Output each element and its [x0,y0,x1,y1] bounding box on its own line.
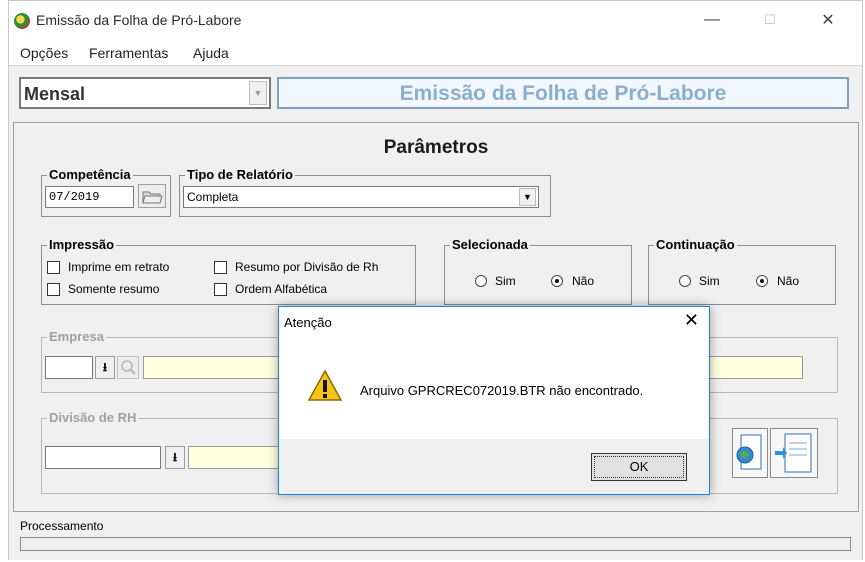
app-icon [14,13,30,29]
close-icon: ✕ [821,12,835,29]
maximize-button[interactable]: ☐ [747,7,793,33]
selecionada-nao-label: Não [572,274,595,288]
search-person-icon [121,360,136,375]
menu-ferramentas[interactable]: Ferramentas [89,45,168,61]
empresa-code-input[interactable] [45,356,93,379]
period-select[interactable]: Mensal ▼ [19,77,271,109]
minimize-button[interactable]: — [689,7,735,33]
competencia-label: Competência [47,167,133,182]
competencia-input[interactable]: 07/2019 [45,186,134,208]
export-report-button[interactable] [770,428,818,478]
ok-button[interactable]: OK [591,453,687,481]
continuacao-nao-label: Não [777,274,800,288]
divisao-rh-label: Divisão de RH [47,410,139,425]
continuacao-sim-radio[interactable] [679,275,691,287]
banner-title: Emissão da Folha de Pró-Labore [399,82,727,105]
impressao-label: Impressão [47,237,117,252]
divisao-download-button[interactable]: ⭳ [165,446,185,469]
empresa-search-button[interactable] [117,356,139,379]
dialog-close-button[interactable]: ✕ [684,310,699,331]
continuacao-label: Continuação [654,237,737,252]
export-document-icon [775,433,812,473]
somente-resumo-label: Somente resumo [68,282,160,296]
window-title: Emissão da Folha de Pró-Labore [36,12,242,28]
tipo-relatorio-label: Tipo de Relatório [185,167,295,182]
imprime-retrato-label: Imprime em retrato [68,260,170,274]
empresa-download-button[interactable]: ⭳ [95,356,115,379]
minimize-icon: — [704,11,720,28]
dialog-title: Atenção [284,315,332,330]
dialog-message: Arquivo GPRCREC072019.BTR não encontrado… [360,383,644,398]
impressao-group: Impressão Imprime em retrato Somente res… [41,237,416,305]
resumo-divisao-label: Resumo por Divisão de Rh [235,260,379,274]
web-report-button[interactable] [732,428,768,478]
globe-document-icon [736,434,762,470]
selecionada-sim-radio[interactable] [475,275,487,287]
maximize-icon: ☐ [764,12,776,27]
alert-dialog: Atenção ✕ Arquivo GPRCREC072019.BTR não … [278,306,710,495]
divisao-name-field [188,446,288,469]
dropdown-arrow-icon[interactable]: ▼ [519,188,536,206]
selecionada-nao-radio[interactable] [551,275,563,287]
ordem-alfabetica-checkbox[interactable] [214,283,227,296]
selecionada-sim-label: Sim [495,274,516,288]
continuacao-group: Continuação Sim Não [648,237,836,305]
selecionada-label: Selecionada [450,237,530,252]
continuacao-nao-radio[interactable] [756,275,768,287]
resumo-divisao-checkbox[interactable] [214,261,227,274]
ok-label: OK [629,459,649,474]
somente-resumo-checkbox[interactable] [47,283,60,296]
empresa-label: Empresa [47,329,106,344]
header-banner: Emissão da Folha de Pró-Labore [277,77,849,109]
download-arrow-icon: ⭳ [172,450,178,464]
warning-icon [307,369,343,401]
progress-bar [20,537,851,551]
menu-bar: Opções Ferramentas Ajuda [9,41,862,63]
menu-opcoes[interactable]: Opções [20,45,68,61]
ordem-alfabetica-label: Ordem Alfabética [235,282,328,296]
tipo-relatorio-group: Tipo de Relatório Completa ▼ [179,167,551,217]
imprime-retrato-checkbox[interactable] [47,261,60,274]
menu-ajuda[interactable]: Ajuda [193,45,229,61]
selecionada-group: Selecionada Sim Não [444,237,632,305]
status-label: Processamento [20,519,104,533]
folder-button[interactable] [138,184,166,208]
tipo-relatorio-select[interactable]: Completa ▼ [183,186,539,208]
dropdown-arrow-icon[interactable]: ▼ [249,81,267,105]
tipo-relatorio-value: Completa [187,190,239,204]
divisao-code-input[interactable] [45,446,161,469]
continuacao-sim-label: Sim [699,274,720,288]
period-value: Mensal [24,84,86,104]
close-button[interactable]: ✕ [805,7,851,33]
title-bar: Emissão da Folha de Pró-Labore — ☐ ✕ [9,1,862,35]
parameters-title: Parâmetros [383,137,489,158]
competencia-group: Competência 07/2019 [41,167,171,217]
download-arrow-icon: ⭳ [102,360,108,374]
folder-icon [142,191,163,204]
